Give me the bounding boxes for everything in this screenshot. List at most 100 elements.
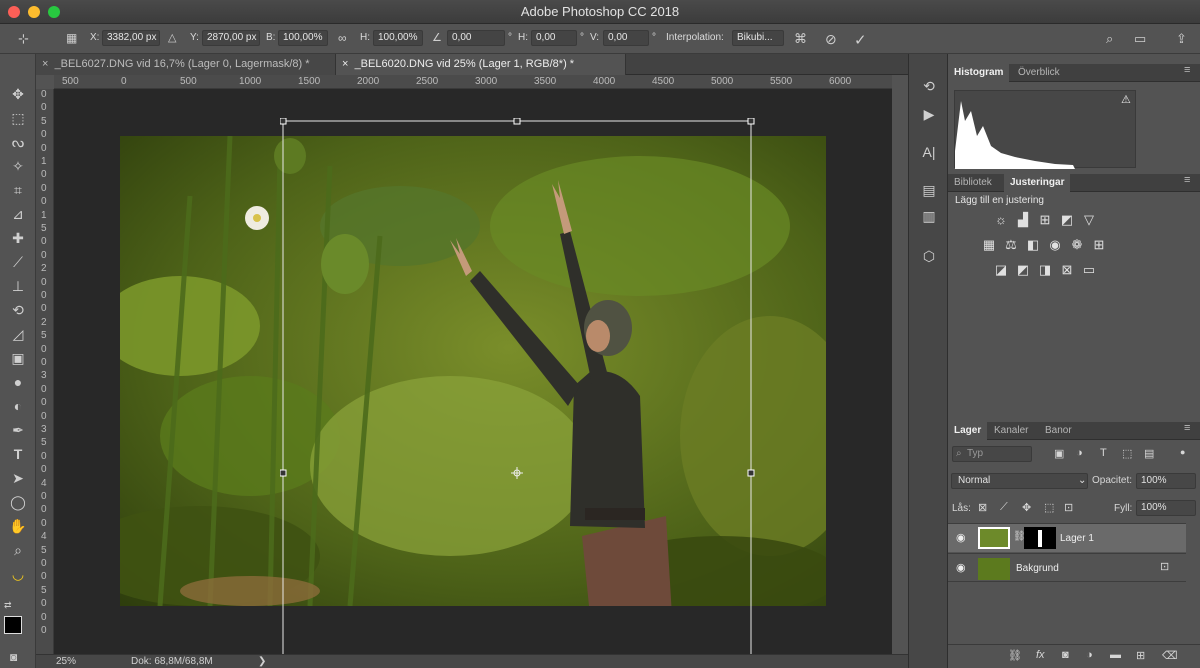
search-icon[interactable]: ⌕ — [1106, 31, 1113, 47]
invert-icon[interactable]: ◪ — [992, 262, 1010, 278]
layer-row-bakgrund[interactable]: ◉ Bakgrund ⊡ — [948, 553, 1186, 582]
rotation-field[interactable]: 0,00 — [447, 30, 505, 46]
warp-icon[interactable]: ⌘ — [794, 31, 807, 47]
filter-shape-icon[interactable]: ⬚ — [1122, 447, 1132, 460]
crop-icon[interactable]: ⌗ — [8, 180, 28, 200]
transform-tool-icon[interactable]: ⊹ — [18, 31, 29, 47]
eraser-icon[interactable]: ◿ — [8, 324, 28, 344]
panel-menu-icon[interactable]: ≡ — [1184, 174, 1190, 186]
dodge-icon[interactable]: ◐ — [8, 396, 28, 416]
transform-handle[interactable] — [747, 118, 755, 125]
banana-icon[interactable]: ◡ — [8, 564, 28, 584]
reference-point-icon[interactable]: ▦ — [66, 31, 77, 45]
quick-mask-icon[interactable]: ◙ — [10, 650, 17, 664]
interpolation-dropdown[interactable]: Bikubi... — [732, 30, 784, 46]
filter-adjustment-icon[interactable]: ◑ — [1076, 447, 1083, 459]
tab-kanaler[interactable]: Kanaler — [988, 422, 1034, 440]
transform-bounding-box[interactable] — [280, 118, 756, 668]
fill-field[interactable]: 100% — [1136, 500, 1196, 516]
hue-saturation-icon[interactable]: ▦ — [980, 237, 998, 253]
ellipse-icon[interactable]: ◯ — [8, 492, 28, 512]
zoom-icon[interactable]: ⌕ — [8, 540, 28, 560]
path-selection-icon[interactable]: ➤ — [8, 468, 28, 488]
layer-name[interactable]: Bakgrund — [1016, 563, 1059, 574]
magic-wand-icon[interactable]: ✧ — [8, 156, 28, 176]
brightness-icon[interactable]: ☼ — [992, 212, 1010, 228]
exposure-icon[interactable]: ◩ — [1058, 212, 1076, 228]
triangle-icon[interactable]: △ — [168, 31, 176, 44]
levels-icon[interactable]: ▟ — [1014, 212, 1032, 228]
height-field[interactable]: 100,00% — [373, 30, 423, 46]
lasso-icon[interactable]: ᔓ — [8, 132, 28, 152]
link-icon[interactable]: ∞ — [338, 31, 347, 45]
minimize-window-button[interactable] — [28, 6, 40, 18]
history-brush-icon[interactable]: ⟲ — [8, 300, 28, 320]
zoom-level[interactable]: 25% — [56, 655, 76, 668]
gradient-icon[interactable]: ▣ — [8, 348, 28, 368]
gradient-map-icon[interactable]: ▭ — [1080, 262, 1098, 278]
close-icon[interactable]: × — [342, 58, 348, 70]
filter-toggle-icon[interactable]: ● — [1180, 447, 1185, 457]
tab-bel6027[interactable]: × _BEL6027.DNG vid 16,7% (Lager 0, Lager… — [36, 54, 336, 75]
transform-handle[interactable] — [747, 469, 755, 477]
trash-icon[interactable]: ⌫ — [1162, 649, 1178, 662]
tab-justeringar[interactable]: Justeringar — [1004, 174, 1071, 192]
zoom-window-button[interactable] — [48, 6, 60, 18]
link-layers-icon[interactable]: ⛓ — [1008, 649, 1022, 662]
tab-banor[interactable]: Banor — [1039, 422, 1078, 440]
notes-panel-icon[interactable]: ▥ — [919, 206, 939, 226]
history-panel-icon[interactable]: ⟲ — [919, 76, 939, 96]
layer-filter-field[interactable]: ⌕ Typ — [952, 446, 1032, 462]
3d-panel-icon[interactable]: ⬡ — [919, 246, 939, 266]
layer-row-lager-1[interactable]: ◉ ⛓ Lager 1 — [948, 523, 1186, 552]
opacity-field[interactable]: 100% — [1136, 473, 1196, 489]
photo-filter-icon[interactable]: ◉ — [1046, 237, 1064, 253]
y-position-field[interactable]: 2870,00 px — [202, 30, 260, 46]
move-icon[interactable]: ✥ — [8, 84, 28, 104]
vibrance-icon[interactable]: ▽ — [1080, 212, 1098, 228]
tab-histogram[interactable]: Histogram — [948, 64, 1010, 82]
healing-brush-icon[interactable]: ✚ — [8, 228, 28, 248]
vertical-skew-field[interactable]: 0,00 — [603, 30, 649, 46]
share-icon[interactable]: ⇪ — [1176, 31, 1187, 47]
lock-transparency-icon[interactable]: ⊠ — [978, 501, 987, 514]
marquee-icon[interactable]: ⬚ — [8, 108, 28, 128]
visibility-eye-icon[interactable]: ◉ — [956, 561, 966, 574]
hand-icon[interactable]: ✋ — [8, 516, 28, 536]
swap-colors-icon[interactable]: ⇄ — [4, 600, 12, 611]
filter-smart-object-icon[interactable]: ▤ — [1144, 447, 1154, 460]
adjustment-layer-icon[interactable]: ◑ — [1086, 649, 1093, 661]
transform-handle[interactable] — [280, 118, 287, 125]
tab-bel6020[interactable]: × _BEL6020.DNG vid 25% (Lager 1, RGB/8*)… — [336, 54, 626, 75]
filter-type-icon[interactable]: T — [1100, 447, 1107, 459]
blur-icon[interactable]: ● — [8, 372, 28, 392]
tab-bibliotek[interactable]: Bibliotek — [948, 174, 998, 192]
pen-icon[interactable]: ✒ — [8, 420, 28, 440]
workspace-icon[interactable]: ▭ — [1134, 31, 1146, 47]
panel-menu-icon[interactable]: ≡ — [1184, 422, 1190, 434]
color-lookup-icon[interactable]: ⊞ — [1090, 237, 1108, 253]
lock-position-icon[interactable]: ✥ — [1022, 501, 1031, 514]
brush-icon[interactable]: ⟋ — [8, 252, 28, 272]
panel-menu-icon[interactable]: ≡ — [1184, 64, 1190, 76]
threshold-icon[interactable]: ◨ — [1036, 262, 1054, 278]
properties-panel-icon[interactable]: ▤ — [919, 180, 939, 200]
fx-icon[interactable]: fx — [1036, 649, 1045, 661]
warning-icon[interactable]: ⚠ — [1121, 93, 1131, 106]
color-balance-icon[interactable]: ⚖ — [1002, 237, 1020, 253]
layer-name[interactable]: Lager 1 — [1060, 533, 1094, 544]
transform-handle[interactable] — [280, 469, 287, 477]
clone-stamp-icon[interactable]: ⊥ — [8, 276, 28, 296]
eyedropper-icon[interactable]: ⊿ — [8, 204, 28, 224]
pivot-point-icon[interactable] — [511, 467, 523, 479]
black-white-icon[interactable]: ◧ — [1024, 237, 1042, 253]
tab-lager[interactable]: Lager — [948, 422, 988, 440]
channel-mixer-icon[interactable]: ❁ — [1068, 237, 1086, 253]
group-icon[interactable]: ▬ — [1110, 649, 1121, 661]
close-icon[interactable]: × — [42, 58, 48, 70]
lock-artboard-icon[interactable]: ⬚ — [1044, 501, 1054, 514]
transform-handle[interactable] — [513, 118, 521, 125]
filter-pixel-icon[interactable]: ▣ — [1054, 447, 1064, 460]
selective-color-icon[interactable]: ⊠ — [1058, 262, 1076, 278]
new-layer-icon[interactable]: ⊞ — [1136, 649, 1145, 662]
